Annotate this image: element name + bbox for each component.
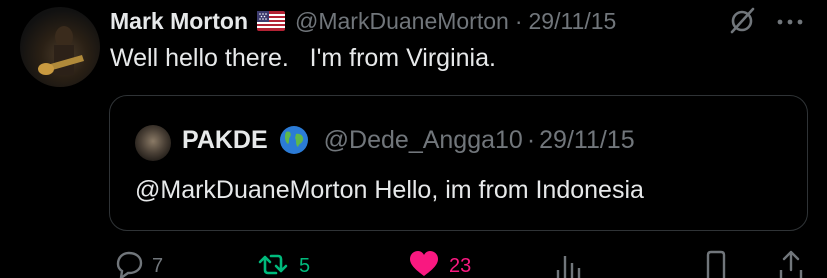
more-options-icon[interactable] xyxy=(776,14,804,25)
reply-button[interactable]: 7 xyxy=(110,248,163,278)
retweet-icon xyxy=(258,254,288,275)
quoted-author-name: PAKDE xyxy=(182,125,268,154)
tweet-header: Mark Morton @MarkDuaneMorton · 29/11/15 xyxy=(110,6,616,36)
bookmark-button[interactable] xyxy=(703,248,729,278)
us-flag-icon xyxy=(257,11,285,31)
action-bar: 7 5 23 xyxy=(0,248,827,278)
quoted-tweet[interactable]: PAKDE @Dede_Angga10 · 29/11/15 @MarkDuan… xyxy=(109,95,808,231)
globe-icon xyxy=(278,124,310,156)
tweet-date[interactable]: 29/11/15 xyxy=(529,8,617,35)
grok-icon[interactable] xyxy=(728,6,756,34)
views-button[interactable] xyxy=(553,248,583,278)
retweet-button[interactable]: 5 xyxy=(255,248,310,278)
quoted-tweet-date: 29/11/15 xyxy=(539,125,635,154)
separator-dot: · xyxy=(514,7,523,34)
author-handle[interactable]: @MarkDuaneMorton xyxy=(295,8,509,35)
quoted-tweet-text: @MarkDuaneMorton Hello, im from Indonesi… xyxy=(135,176,644,204)
author-avatar[interactable] xyxy=(20,7,100,87)
heart-icon xyxy=(410,251,438,276)
bookmark-icon xyxy=(706,250,726,278)
quoted-author-handle: @Dede_Angga10 xyxy=(323,125,523,154)
tweet-text: Well hello there. I'm from Virginia. xyxy=(110,44,496,72)
share-icon xyxy=(779,250,803,278)
quoted-separator-dot: · xyxy=(526,125,536,154)
quoted-tweet-header: PAKDE @Dede_Angga10 · 29/11/15 xyxy=(182,124,635,156)
reply-icon xyxy=(116,251,143,278)
like-button[interactable]: 23 xyxy=(407,248,471,278)
share-button[interactable] xyxy=(777,248,805,278)
quoted-author-avatar xyxy=(135,125,171,161)
author-name[interactable]: Mark Morton xyxy=(110,8,248,35)
views-icon xyxy=(556,256,581,278)
